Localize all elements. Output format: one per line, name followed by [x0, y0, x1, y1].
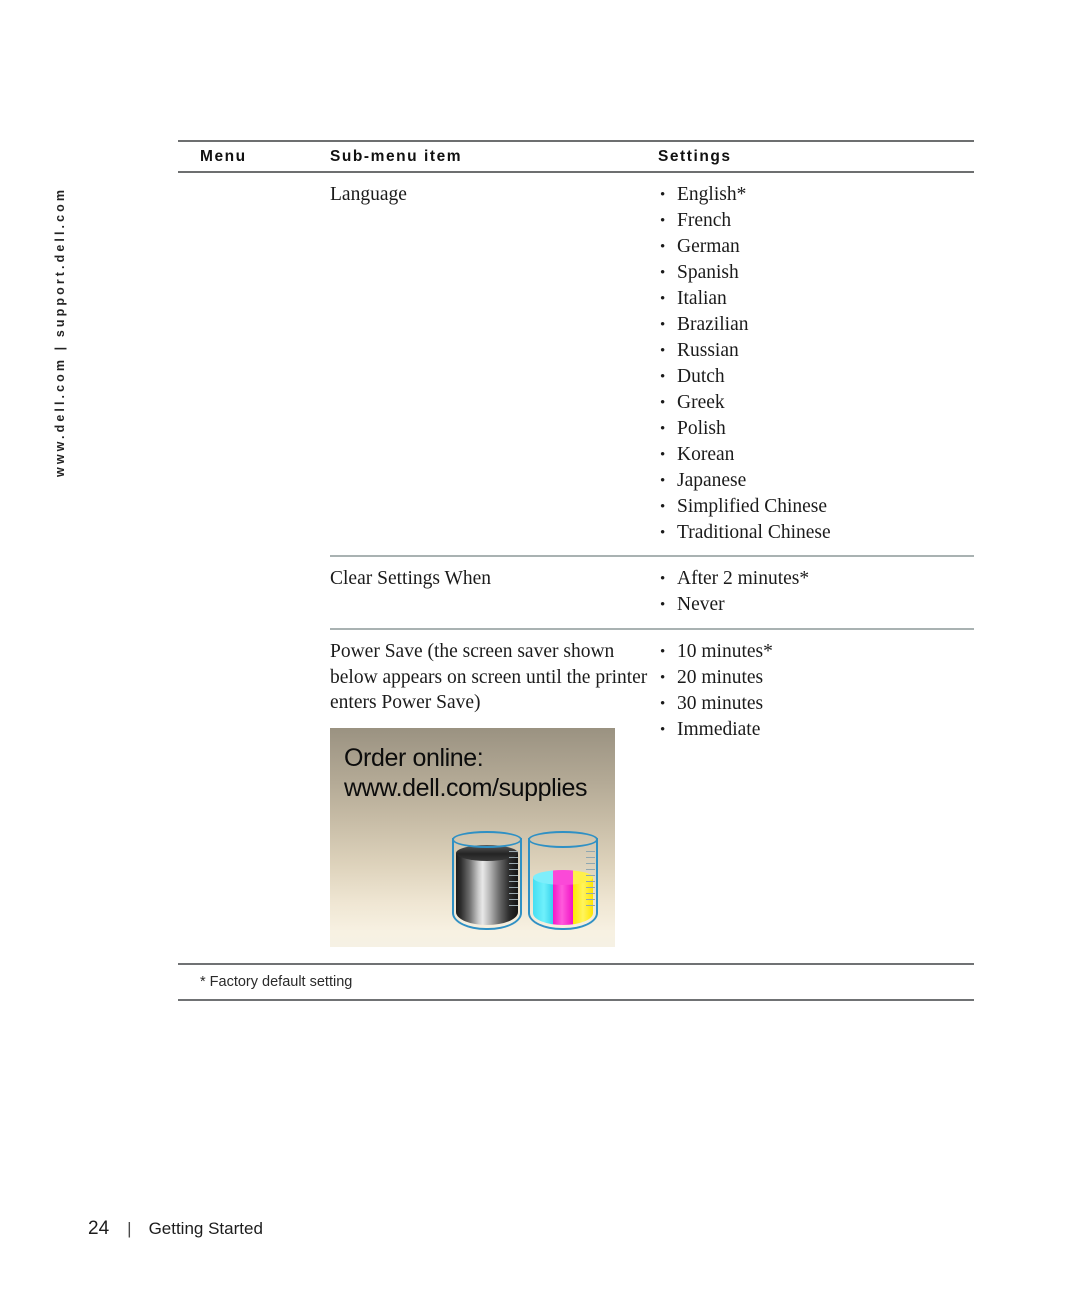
cell-settings-language: English* French German Spanish Italian B… [658, 173, 974, 546]
screensaver-line-2: www.dell.com/supplies [344, 773, 588, 802]
list-item: Brazilian [658, 312, 974, 338]
settings-option-list-power-save: 10 minutes* 20 minutes 30 minutes Immedi… [658, 639, 974, 743]
color-ink-beaker-icon [528, 830, 600, 936]
color-ink-surface [533, 869, 593, 885]
cell-settings-power-save: 10 minutes* 20 minutes 30 minutes Immedi… [658, 630, 974, 743]
list-item: Traditional Chinese [658, 520, 974, 546]
column-header-settings: Settings [658, 147, 732, 165]
list-item: 20 minutes [658, 665, 974, 691]
screensaver-image: Order online: www.dell.com/supplies [330, 727, 615, 947]
black-ink-beaker-icon [452, 830, 524, 936]
settings-option-list-language: English* French German Spanish Italian B… [658, 182, 974, 546]
beaker-rim [452, 830, 522, 848]
list-item: Never [658, 592, 974, 618]
table-footnote: * Factory default setting [200, 973, 353, 990]
cell-sub-menu-power-save: Power Save (the screen saver shown below… [330, 630, 658, 953]
ink-beakers-graphic [452, 830, 612, 943]
list-item: Italian [658, 286, 974, 312]
table-row-clear-settings-when: Clear Settings When After 2 minutes* Nev… [178, 557, 974, 628]
list-item: Japanese [658, 468, 974, 494]
beaker-rim [528, 830, 598, 848]
list-item: English* [658, 182, 974, 208]
column-header-sub-menu-item: Sub-menu item [330, 147, 463, 165]
settings-option-list-clear-settings: After 2 minutes* Never [658, 566, 974, 618]
list-item: Dutch [658, 364, 974, 390]
list-item: Immediate [658, 717, 974, 743]
table-row-power-save: Power Save (the screen saver shown below… [178, 630, 974, 963]
side-running-head: www.dell.com | support.dell.com [0, 0, 96, 1296]
beaker-graduation-marks [509, 850, 518, 921]
table-row-language: Language English* French German Spanish … [178, 173, 974, 555]
footer-separator: | [127, 1219, 132, 1238]
list-item: German [658, 234, 974, 260]
column-header-menu: Menu [200, 147, 247, 165]
cell-sub-menu-language: Language [330, 184, 407, 205]
magenta-ink-surface [553, 869, 573, 885]
list-item: Simplified Chinese [658, 494, 974, 520]
list-item: Polish [658, 416, 974, 442]
screensaver-image-holder: Order online: www.dell.com/supplies [330, 716, 658, 953]
power-save-description: Power Save (the screen saver shown below… [330, 641, 648, 713]
list-item: French [658, 208, 974, 234]
list-item: Korean [658, 442, 974, 468]
table-header-row: Menu Sub-menu item Settings [178, 142, 974, 171]
settings-table: Menu Sub-menu item Settings Language Eng… [178, 140, 974, 1001]
list-item: 30 minutes [658, 691, 974, 717]
screensaver-line-1: Order online: [344, 743, 484, 772]
list-item: Spanish [658, 260, 974, 286]
list-item: Greek [658, 390, 974, 416]
cell-sub-menu-clear-settings: Clear Settings When [330, 568, 492, 589]
footnote-bottom-rule [178, 998, 974, 1001]
list-item: After 2 minutes* [658, 566, 974, 592]
cell-settings-clear-settings: After 2 minutes* Never [658, 557, 974, 618]
page-footer: 24 | Getting Started [88, 1218, 263, 1240]
list-item: 10 minutes* [658, 639, 974, 665]
footer-section-title: Getting Started [148, 1219, 263, 1238]
page-number: 24 [88, 1218, 110, 1239]
list-item: Russian [658, 338, 974, 364]
side-running-head-text: www.dell.com | support.dell.com [53, 186, 67, 477]
beaker-graduation-marks [586, 850, 595, 921]
